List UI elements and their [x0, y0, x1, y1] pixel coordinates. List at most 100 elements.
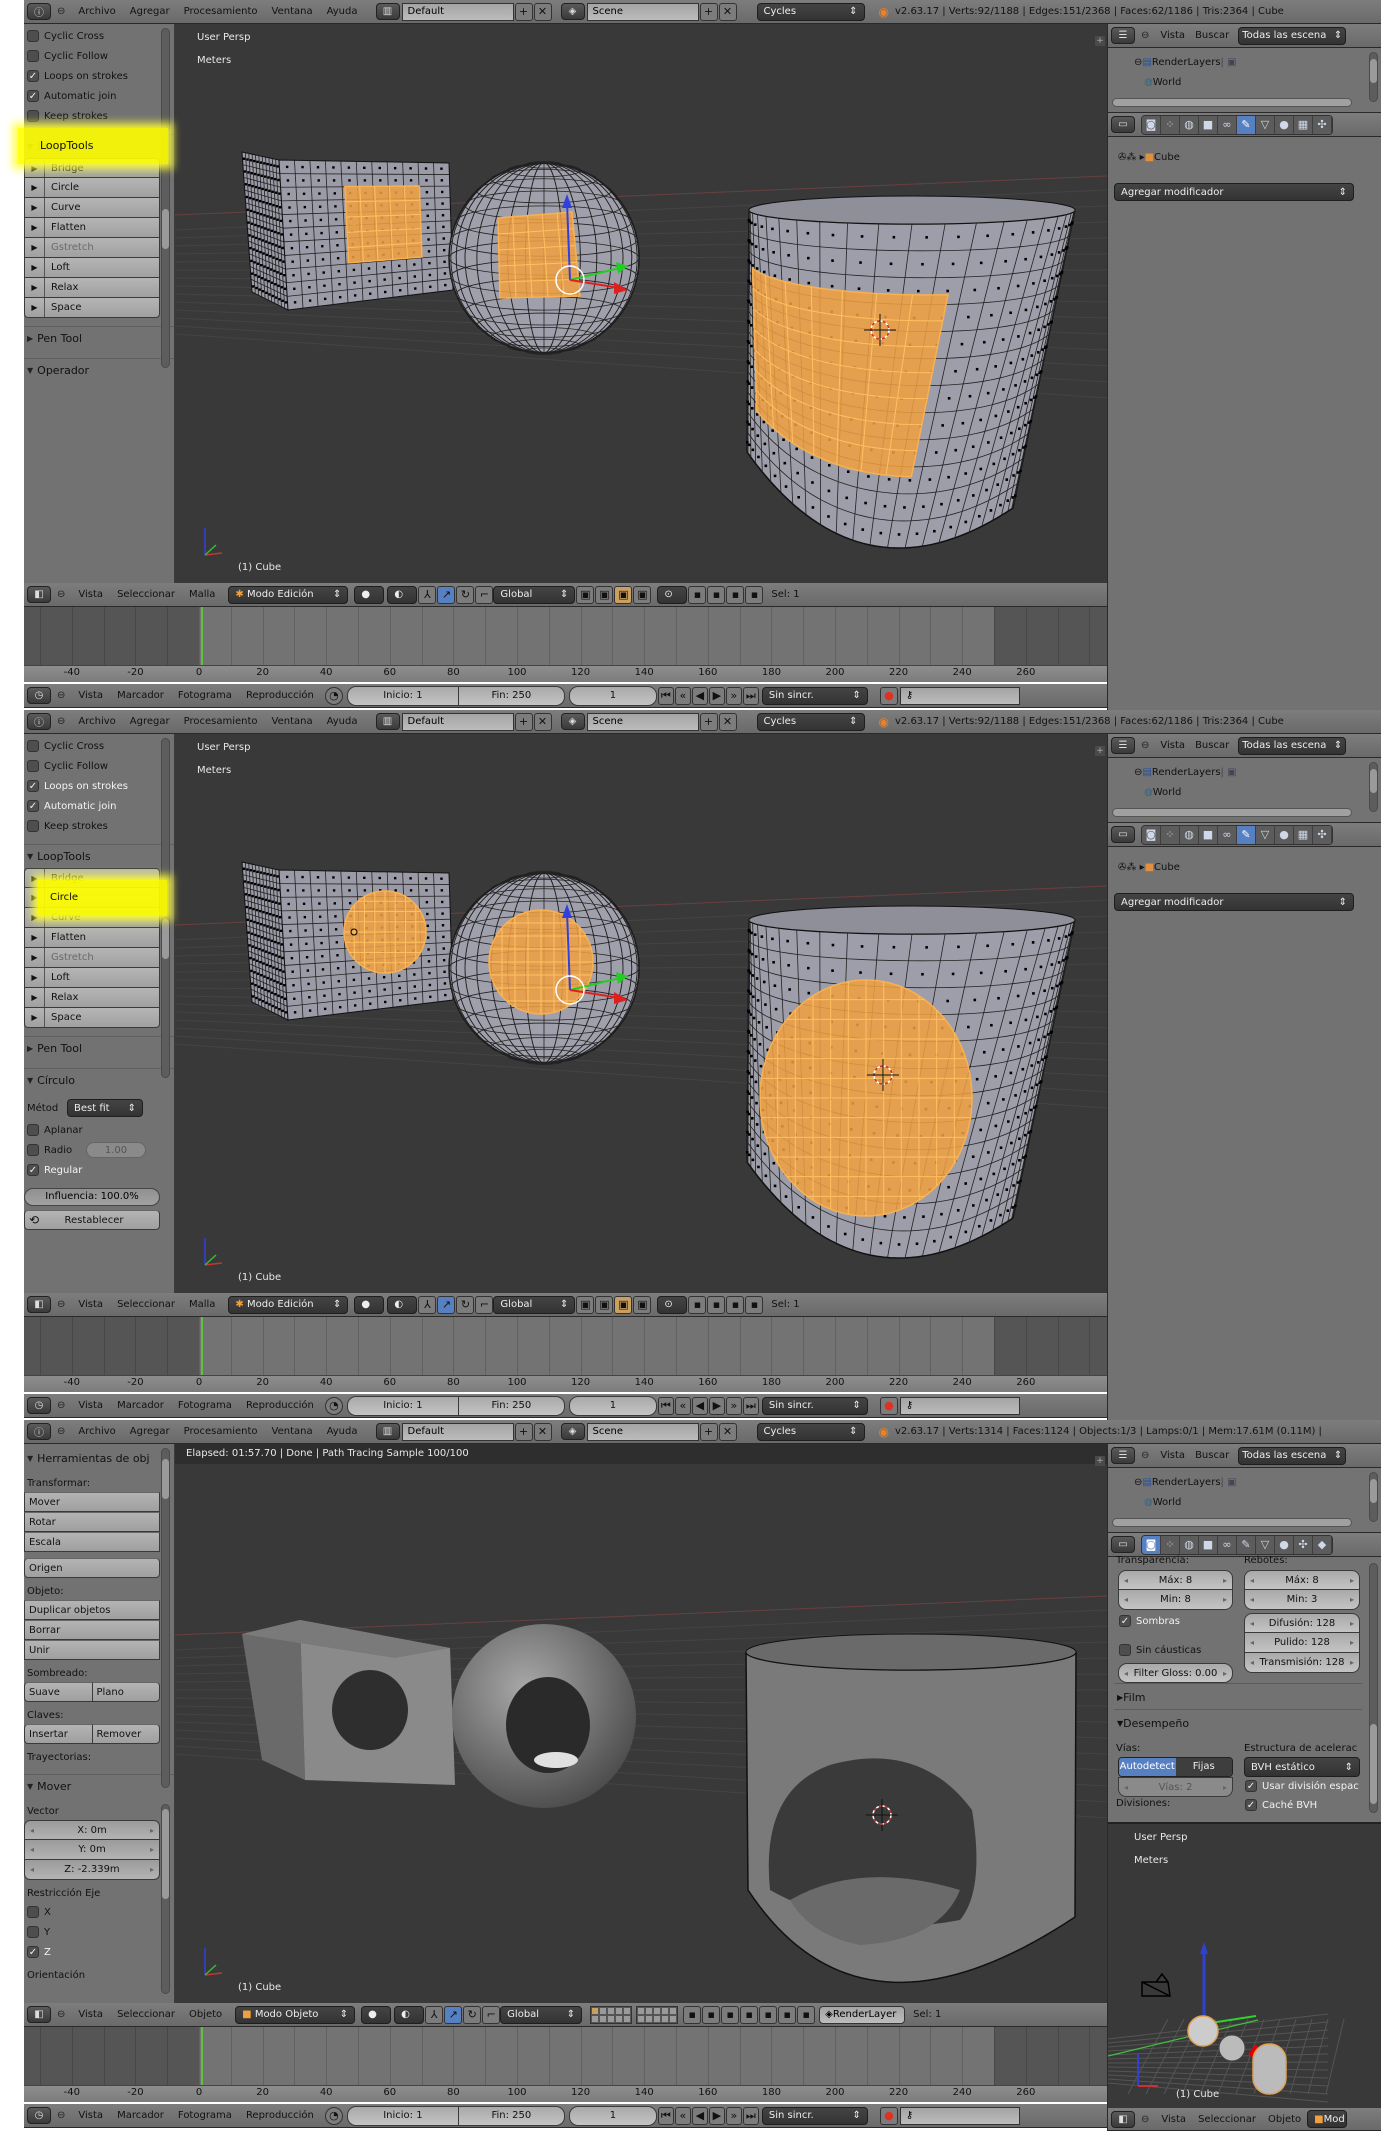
tool-button-circle[interactable]: ▶Circle — [24, 178, 160, 198]
outliner-hscrollbar[interactable] — [1112, 808, 1352, 817]
header-toggle[interactable]: ▪ — [745, 585, 764, 604]
menu-0[interactable]: Vista — [78, 2110, 103, 2121]
header-toggle[interactable]: ▪ — [707, 1295, 726, 1314]
checkbox-box[interactable]: ✓ — [27, 1946, 39, 1958]
no-caustics-checkbox[interactable]: Sin cáusticas — [1116, 1640, 1201, 1660]
checkbox-cyclic-follow[interactable]: Cyclic Follow — [24, 46, 174, 66]
menu-3[interactable]: Reproducción — [246, 1400, 314, 1411]
button-rotar[interactable]: Rotar — [24, 1512, 160, 1532]
tool-button-curve[interactable]: ▶ Curve — [24, 198, 160, 218]
menu-seleccionar[interactable]: Seleccionar — [117, 1299, 175, 1310]
menu-4[interactable]: Ayuda — [327, 716, 358, 727]
timeline-area[interactable] — [24, 2027, 1107, 2085]
manipulator-toggle[interactable]: ↗ — [444, 2005, 463, 2024]
orientation-dropdown[interactable]: Global ⇕ — [493, 1295, 576, 1314]
editor-type-button[interactable]: ◧ — [27, 586, 51, 603]
pin-button[interactable]: ✇ — [1118, 862, 1126, 873]
menu-2[interactable]: Procesamiento — [184, 716, 258, 727]
outliner-scrollbar[interactable] — [1369, 1472, 1378, 1522]
checkbox-cyclic-follow[interactable]: Cyclic Follow — [24, 756, 174, 776]
editor-type-button[interactable]: ▭ — [1111, 116, 1135, 133]
playback-button[interactable]: ⏮ — [657, 2106, 674, 2125]
manipulator-toggle[interactable]: ↻ — [456, 1295, 475, 1314]
3d-viewport[interactable]: User Persp Meters (1) Cube + — [175, 24, 1107, 583]
tool-shelf-scrollbar[interactable] — [161, 1448, 170, 1788]
add-modifier-dropdown[interactable]: Agregar modificador ⇕ — [1114, 183, 1354, 201]
playback-button[interactable]: ⏭ — [742, 1396, 759, 1415]
layer-button[interactable] — [623, 2014, 632, 2023]
menu-2[interactable]: Fotograma — [178, 2110, 232, 2121]
button-duplicar-objetos[interactable]: Duplicar objetos — [24, 1600, 160, 1620]
button-suave[interactable]: Suave — [24, 1682, 93, 1702]
layout-icon-button[interactable]: ▥ — [375, 3, 400, 20]
record-button[interactable]: ● — [879, 2106, 898, 2125]
menu-1[interactable]: Agregar — [130, 6, 170, 17]
editor-type-button[interactable]: ☰ — [1111, 737, 1135, 754]
tool-button-relax[interactable]: ▶ Relax — [24, 988, 160, 1008]
menu-seleccionar[interactable]: Seleccionar — [1198, 2114, 1256, 2125]
select-mode-toggle[interactable]: ▣ — [614, 1295, 633, 1314]
menu-buscar[interactable]: Buscar — [1195, 740, 1229, 751]
playback-button[interactable]: ▶ — [708, 686, 725, 705]
outliner-scrollbar[interactable] — [1369, 52, 1378, 102]
button-unir[interactable]: Unir — [24, 1640, 160, 1660]
layer-button[interactable] — [653, 2014, 662, 2023]
mode-dropdown[interactable]: ✱ Modo Edición ⇕ — [228, 585, 349, 604]
layer-button[interactable] — [661, 2014, 670, 2023]
menu-objeto[interactable]: Objeto — [1268, 2114, 1301, 2125]
record-button[interactable]: ● — [879, 1396, 898, 1415]
select-mode-toggle[interactable]: ▣ — [595, 585, 614, 604]
end-frame-field[interactable]: Fin: 250 — [458, 685, 565, 706]
menu-vista[interactable]: Vista — [78, 1299, 103, 1310]
menu-2[interactable]: Fotograma — [178, 690, 232, 701]
tool-button-space[interactable]: ▶ Space — [24, 1008, 160, 1028]
add-scene-button[interactable]: + — [699, 712, 718, 731]
menu-2[interactable]: Procesamiento — [184, 1426, 258, 1437]
tab-object[interactable]: ■ — [1199, 1535, 1218, 1554]
tab-modifiers[interactable]: ✎ — [1237, 1535, 1256, 1554]
layers-grid[interactable] — [590, 2005, 682, 2024]
bvh-cache-checkbox[interactable]: ✓ Caché BVH — [1242, 1795, 1317, 1815]
tab-data[interactable]: ▽ — [1256, 115, 1275, 134]
playback-button[interactable]: « — [674, 2106, 691, 2125]
orientation-dropdown[interactable]: Global ⇕ — [500, 2005, 583, 2024]
current-frame-field[interactable]: 1 — [568, 1395, 657, 1416]
checkbox-regular[interactable]: ✓ Regular — [24, 1160, 174, 1180]
checkbox-box[interactable]: ✓ — [27, 800, 39, 812]
shading-dropdown[interactable]: ● — [361, 2005, 392, 2024]
checkbox-box[interactable] — [27, 760, 39, 772]
header-toggle[interactable]: ▪ — [726, 1295, 745, 1314]
end-frame-field[interactable]: Fin: 250 — [458, 1395, 565, 1416]
scene-icon-button[interactable]: ◈ — [560, 1423, 585, 1440]
header-toggle[interactable]: ▪ — [797, 2005, 816, 2024]
header-toggle[interactable]: ▪ — [759, 2005, 778, 2024]
playback-button[interactable]: ⏮ — [657, 1396, 674, 1415]
outliner-item-world[interactable]: ◍ World — [1134, 782, 1381, 802]
checkbox-box[interactable]: ✓ — [1119, 1615, 1131, 1627]
scrollbar-thumb[interactable] — [1370, 59, 1377, 83]
add-layout-button[interactable]: + — [514, 712, 533, 731]
glossy-bounces-field[interactable]: ◂ Pulido: 128 ▸ — [1244, 1633, 1360, 1653]
timeline-area[interactable] — [24, 1317, 1107, 1375]
menu-vista[interactable]: Vista — [1160, 30, 1185, 41]
tool-button-relax[interactable]: ▶ Relax — [24, 278, 160, 298]
checkbox-z[interactable]: ✓ Z — [24, 1942, 174, 1962]
menu-vista[interactable]: Vista — [78, 2009, 103, 2020]
tab-particles[interactable]: ✣ — [1294, 1535, 1313, 1554]
diffuse-bounces-field[interactable]: ◂ Difusión: 128 ▸ — [1244, 1613, 1360, 1633]
remove-scene-button[interactable]: ✕ — [718, 712, 737, 731]
remove-scene-button[interactable]: ✕ — [718, 1422, 737, 1441]
menu-3[interactable]: Ventana — [272, 6, 313, 17]
start-frame-field[interactable]: Inicio: 1 — [346, 1395, 459, 1416]
scrollbar-thumb[interactable] — [1370, 1724, 1377, 1804]
scrollbar-thumb[interactable] — [162, 209, 169, 249]
layer-button[interactable] — [669, 2014, 678, 2023]
button-mover[interactable]: Mover — [24, 1492, 160, 1512]
layer-group[interactable] — [636, 2005, 679, 2024]
tab-constraints[interactable]: ∞ — [1218, 115, 1237, 134]
menu-1[interactable]: Agregar — [130, 1426, 170, 1437]
bounces-min-field[interactable]: ◂ Min: 3 ▸ — [1244, 1590, 1360, 1610]
editor-type-button[interactable]: ◷ — [27, 2107, 51, 2124]
tab-render-layers[interactable]: ⁘ — [1161, 1535, 1180, 1554]
tab-world[interactable]: ◍ — [1180, 1535, 1199, 1554]
